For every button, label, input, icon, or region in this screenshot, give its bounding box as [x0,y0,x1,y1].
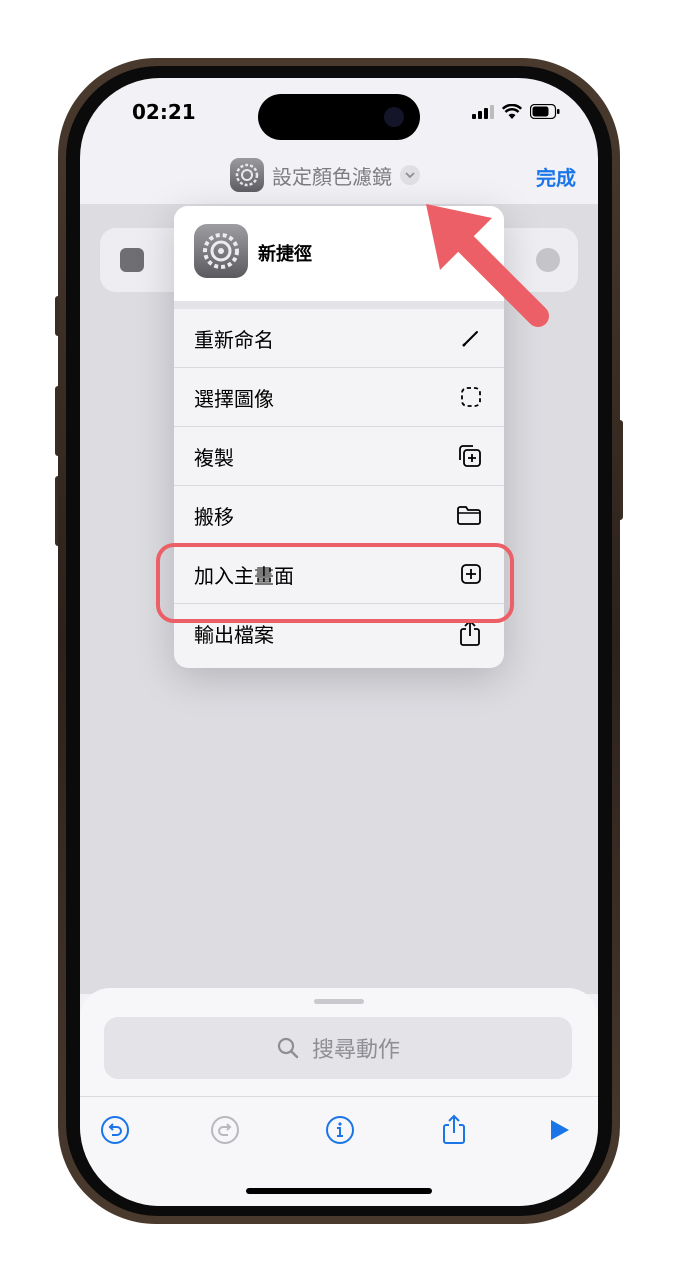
redo-button[interactable] [208,1113,242,1147]
info-button[interactable] [323,1113,357,1147]
wifi-icon [502,104,522,119]
share-button[interactable] [437,1113,471,1147]
menu-item-duplicate[interactable]: 複製 [174,427,504,486]
cellular-signal-icon [472,104,494,119]
shortcut-title-button[interactable]: 設定顏色濾鏡 [230,158,420,192]
status-icons [472,104,560,119]
run-button[interactable] [542,1113,576,1147]
menu-item-choose-image[interactable]: 選擇圖像 [174,368,504,427]
shortcut-title: 設定顏色濾鏡 [272,164,392,189]
menu-item-label: 複製 [194,445,234,470]
screen: 02:21 設定顏色濾鏡 完成 新捷徑 重新命名 選擇圖像 複製 搬移 加入主畫… [80,78,598,1206]
menu-item-move[interactable]: 搬移 [174,486,504,545]
undo-icon [101,1116,129,1144]
menu-item-label: 選擇圖像 [194,386,274,411]
redo-icon [211,1116,239,1144]
play-icon [551,1120,569,1140]
highlight-box [156,543,514,623]
folder-icon [457,506,481,525]
dynamic-island [258,94,420,140]
home-indicator [246,1188,432,1194]
annotation-arrow-icon [426,204,549,327]
done-button[interactable]: 完成 [536,162,576,191]
search-field[interactable]: 搜尋動作 [104,1017,572,1079]
info-icon [326,1116,354,1144]
search-icon [277,1037,299,1059]
navigation-bar: 設定顏色濾鏡 完成 [80,146,598,204]
bottom-sheet: 搜尋動作 [80,988,598,1206]
settings-gear-icon [230,158,264,192]
menu-item-label: 搬移 [194,504,234,529]
sheet-grabber[interactable] [314,999,364,1004]
shortcut-name: 新捷徑 [258,244,312,265]
editor-toolbar [80,1096,598,1151]
search-placeholder: 搜尋動作 [311,1038,400,1063]
duplicate-icon [459,445,481,467]
dashed-square-icon [461,387,481,407]
settings-icon [120,248,144,272]
battery-icon [530,104,560,119]
undo-button[interactable] [98,1113,132,1147]
pencil-icon [462,331,478,347]
share-icon [443,1114,465,1144]
menu-item-label: 重新命名 [194,327,274,352]
chevron-down-icon [400,165,420,185]
status-time: 02:21 [132,100,196,124]
settings-gear-icon [194,224,248,278]
share-icon [460,619,480,646]
